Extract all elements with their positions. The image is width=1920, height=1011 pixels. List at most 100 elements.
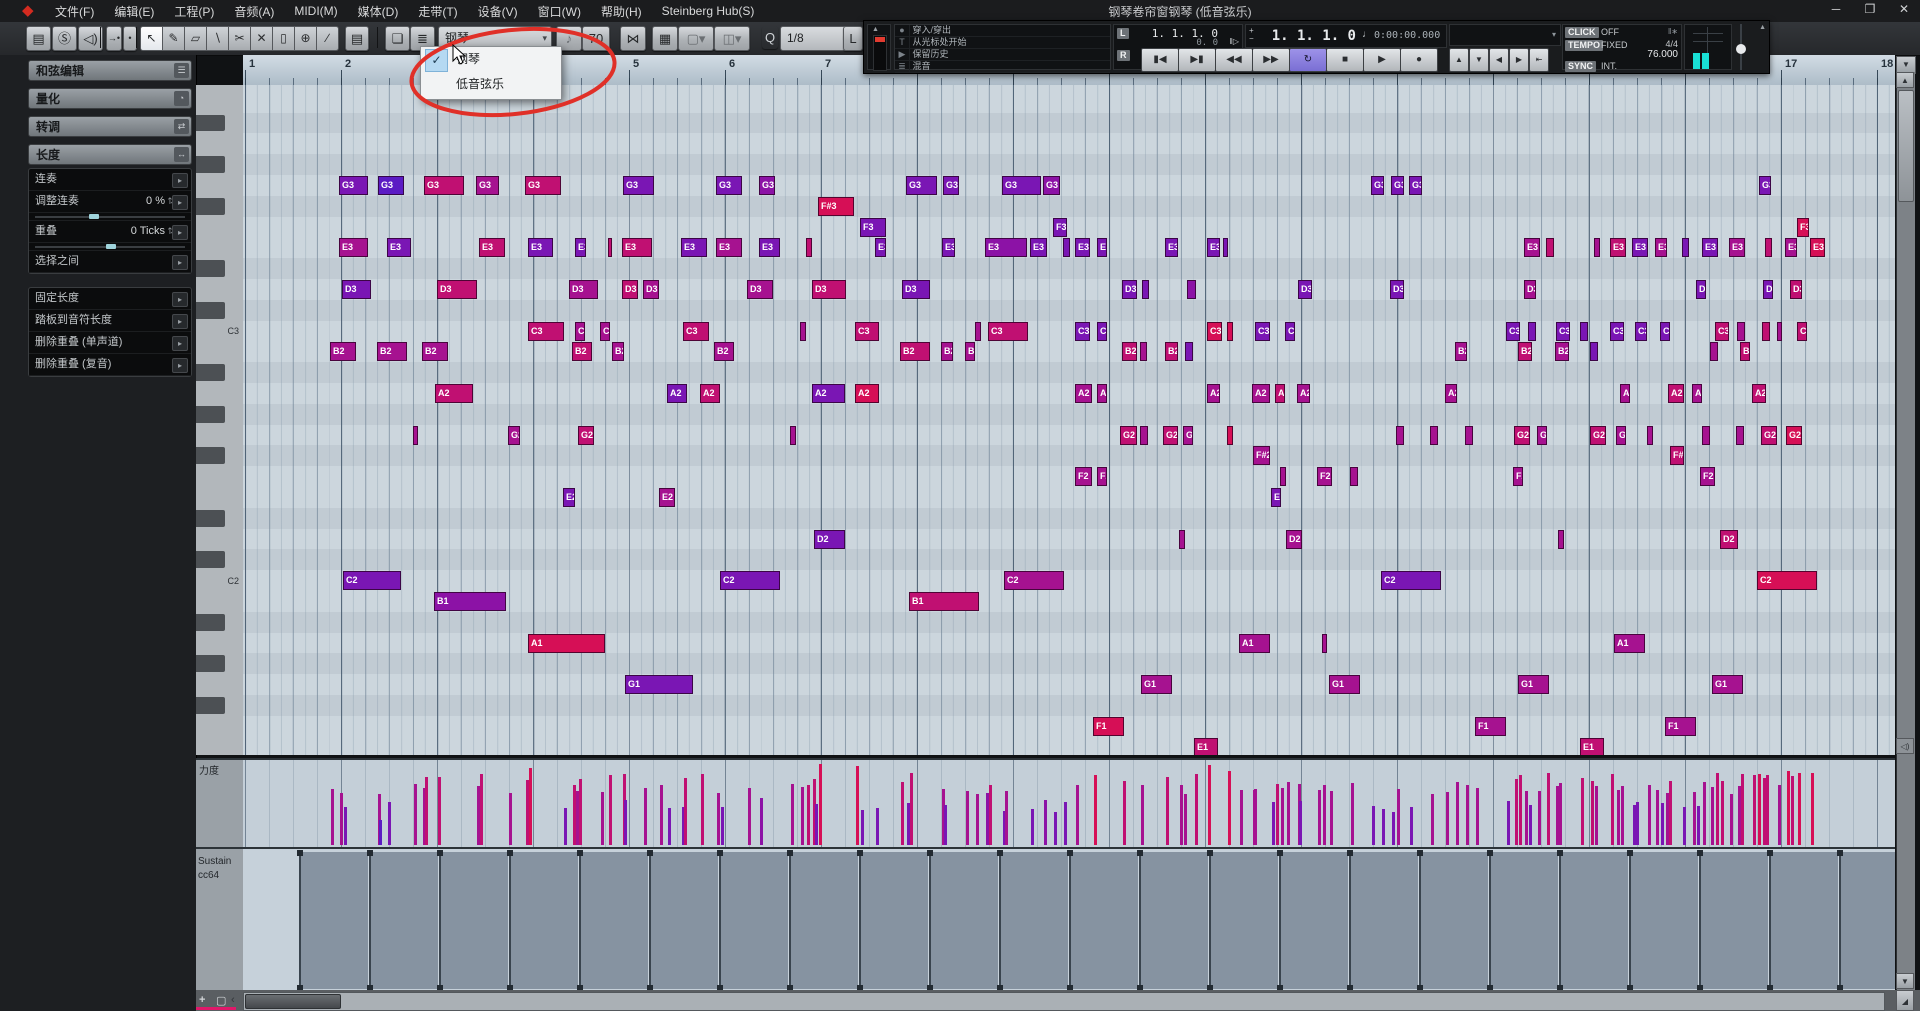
midi-note[interactable]: B2 <box>422 342 448 362</box>
midi-note[interactable]: E3 <box>1207 238 1220 258</box>
goto-start-button[interactable]: ▮◀ <box>1141 48 1179 72</box>
velocity-bar[interactable] <box>529 768 532 845</box>
midi-note[interactable]: E3 <box>575 238 586 258</box>
velocity-bar[interactable] <box>344 807 347 845</box>
velocity-bar[interactable] <box>861 810 864 845</box>
velocity-bar[interactable] <box>1636 802 1639 845</box>
midi-note[interactable]: B2 <box>612 342 624 362</box>
sustain-handle[interactable] <box>1207 850 1213 856</box>
midi-note[interactable]: A2 <box>700 384 720 403</box>
midi-note[interactable]: C3 <box>855 321 879 341</box>
new-page-icon[interactable]: ▢ <box>216 994 226 1007</box>
midi-note[interactable] <box>1187 280 1196 299</box>
midi-note[interactable] <box>608 238 612 258</box>
record-button[interactable]: ● <box>1400 48 1438 72</box>
velocity-bar[interactable] <box>684 778 687 845</box>
midi-note[interactable]: G2 <box>1786 425 1802 445</box>
menu-item[interactable]: 设备(V) <box>469 0 527 23</box>
midi-note[interactable] <box>1762 321 1770 341</box>
velocity-bar[interactable] <box>1208 765 1211 845</box>
velocity-bar[interactable] <box>340 793 343 845</box>
sustain-handle[interactable] <box>787 850 793 856</box>
sustain-on-block[interactable] <box>1700 852 1768 989</box>
midi-note[interactable]: A2 <box>1275 384 1285 403</box>
transformer-icon[interactable]: ▤ <box>345 26 369 51</box>
sidebar-row[interactable]: 重叠0 Ticks⇅▸ <box>29 221 191 243</box>
sustain-edge[interactable] <box>299 852 301 989</box>
midi-note[interactable]: E2 <box>1271 488 1281 507</box>
sustain-edge[interactable] <box>1699 852 1701 989</box>
velocity-bar[interactable] <box>1591 781 1594 845</box>
marker-arrow-button[interactable]: ▼ <box>1469 48 1489 72</box>
midi-note[interactable] <box>1710 342 1718 362</box>
record-mode-row[interactable]: ● 穿入/穿出 <box>895 25 1110 37</box>
velocity-bar[interactable] <box>1656 790 1659 845</box>
panel-scroll-icon[interactable]: ▲ <box>1759 24 1766 31</box>
midi-note[interactable]: F1 <box>1475 716 1506 736</box>
midi-note[interactable]: G2 <box>1761 425 1777 445</box>
velocity-bar[interactable] <box>1228 771 1231 845</box>
scroll-up-icon[interactable]: ▲ <box>872 26 879 33</box>
velocity-bar[interactable] <box>944 805 947 845</box>
velocity-bar[interactable] <box>1299 801 1302 845</box>
velocity-bar[interactable] <box>1721 781 1724 845</box>
midi-note[interactable]: G2 <box>1514 425 1530 445</box>
sustain-handle[interactable] <box>927 850 933 856</box>
midi-note[interactable]: E3 <box>1632 238 1648 258</box>
midi-note[interactable]: F2 <box>1513 467 1523 487</box>
midi-note[interactable]: E2 <box>563 488 575 507</box>
sustain-on-block[interactable] <box>930 852 998 989</box>
midi-note[interactable]: A2 <box>1668 384 1684 403</box>
velocity-bar[interactable] <box>1778 785 1781 845</box>
midi-note[interactable]: C2 <box>343 571 401 591</box>
sustain-edge[interactable] <box>859 852 861 989</box>
midi-note[interactable]: B1 <box>909 592 979 611</box>
midi-note[interactable]: C2 <box>720 571 780 591</box>
midi-note[interactable]: A2 <box>855 384 879 403</box>
sustain-handle[interactable] <box>1487 850 1493 856</box>
select-tool[interactable]: ↖ <box>140 26 163 51</box>
midi-note[interactable]: G3 <box>1002 176 1041 195</box>
midi-note[interactable]: C3 <box>1207 321 1222 341</box>
midi-note[interactable]: G2 <box>1163 425 1178 445</box>
midi-note[interactable]: G3 <box>1371 176 1384 195</box>
midi-note[interactable]: G3 <box>716 176 742 195</box>
midi-note[interactable] <box>1765 238 1772 258</box>
tempo-badge[interactable]: TEMPO <box>1565 40 1604 51</box>
sustain-edge[interactable] <box>1769 852 1771 989</box>
sustain-handle[interactable] <box>1627 850 1633 856</box>
velocity-bar[interactable] <box>1791 776 1794 845</box>
white-key[interactable] <box>196 91 243 113</box>
sustain-handle[interactable] <box>1137 850 1143 856</box>
velocity-bar[interactable] <box>1123 781 1126 845</box>
velocity-bar[interactable] <box>1031 809 1034 845</box>
sustain-handle[interactable] <box>367 850 373 856</box>
velocity-bar[interactable] <box>1184 794 1187 845</box>
midi-note[interactable] <box>975 321 981 341</box>
velocity-bar[interactable] <box>1766 775 1769 845</box>
midi-note[interactable]: D2 <box>1286 529 1302 549</box>
velocity-bar[interactable] <box>579 779 582 845</box>
velocity-bar[interactable] <box>379 820 382 845</box>
velocity-bar[interactable] <box>807 785 810 845</box>
sustain-edge[interactable] <box>1279 852 1281 989</box>
record-mode-row[interactable]: T 从光标处开始 <box>895 37 1110 49</box>
velocity-bar[interactable] <box>721 807 724 845</box>
midi-note[interactable]: C3 <box>1715 321 1729 341</box>
midi-note[interactable]: G3 <box>759 176 775 195</box>
midi-note[interactable]: A2 <box>1075 384 1092 403</box>
black-key[interactable] <box>196 154 243 175</box>
sustain-on-block[interactable] <box>1140 852 1208 989</box>
velocity-bar[interactable] <box>1044 800 1047 845</box>
black-key[interactable] <box>196 403 243 425</box>
white-key[interactable] <box>196 487 243 508</box>
preset-dropdown[interactable]: ▾ <box>1449 24 1561 46</box>
black-key[interactable] <box>196 695 243 716</box>
midi-note[interactable]: F#3 <box>818 196 854 216</box>
slider-thumb[interactable] <box>88 214 99 219</box>
midi-note[interactable]: D3 <box>1696 280 1706 299</box>
length-quantize-label[interactable]: L <box>843 26 863 51</box>
time-display[interactable]: 0:00:00.000 <box>1374 30 1440 41</box>
midi-note[interactable]: G2 <box>1590 425 1606 445</box>
velocity-bar[interactable] <box>1581 778 1584 845</box>
